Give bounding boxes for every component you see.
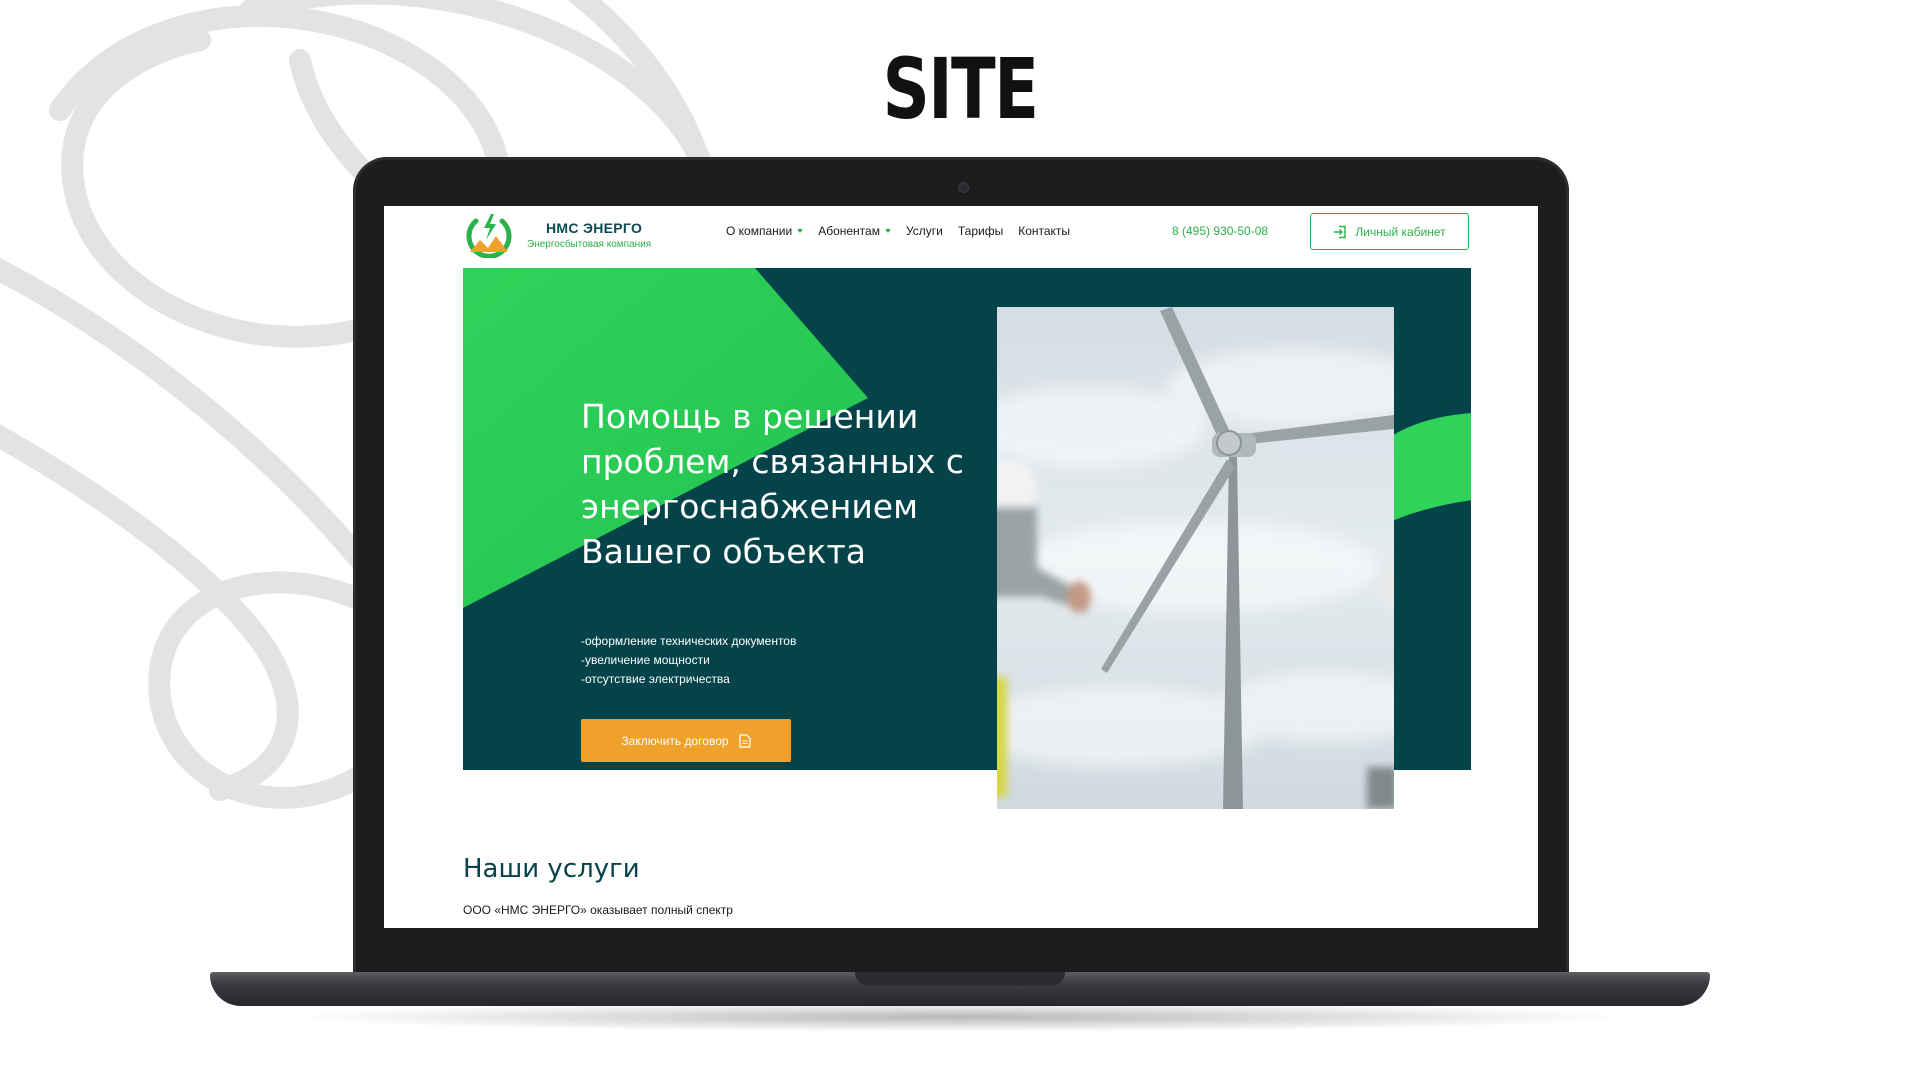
nav-label: Тарифы xyxy=(957,224,1004,238)
cta-label: Заключить договор xyxy=(621,733,729,748)
nav-item-contacts[interactable]: Контакты xyxy=(1018,224,1070,238)
nav-label: Контакты xyxy=(1018,224,1071,238)
laptop-notch xyxy=(855,972,1065,986)
login-icon xyxy=(1334,225,1347,238)
services-title: Наши услуги xyxy=(463,854,640,884)
nav-item-company[interactable]: О компании xyxy=(726,224,804,238)
wind-turbine-photo xyxy=(997,307,1394,809)
phone-link[interactable]: 8 (495) 930-50-08 xyxy=(1172,224,1268,238)
hero-bullet: -отсутствие электричества xyxy=(581,672,730,686)
chevron-down-icon xyxy=(884,229,891,233)
nav-item-services[interactable]: Услуги xyxy=(906,224,943,238)
nav-item-tariffs[interactable]: Тарифы xyxy=(958,224,1003,238)
nav-label: О компании xyxy=(726,224,793,238)
laptop-screen: НМС ЭНЕРГО Энергосбытовая компания О ком… xyxy=(384,206,1538,928)
main-nav: О компании Абонентам Услуги Тарифы Конта… xyxy=(726,224,1070,238)
hero-bullet: -оформление технических документов xyxy=(581,634,797,648)
brand-tagline: Энергосбытовая компания xyxy=(527,239,652,250)
power-lightning-logo-icon[interactable] xyxy=(462,212,516,258)
services-intro: ООО «НМС ЭНЕРГО» оказывает полный спектр xyxy=(463,903,733,917)
hero-bullet: -увеличение мощности xyxy=(581,653,710,667)
sign-contract-button[interactable]: Заключить договор xyxy=(581,719,791,762)
hero-bullets: -оформление технических документов -увел… xyxy=(581,632,796,689)
cabinet-button-label: Личный кабинет xyxy=(1355,224,1446,239)
personal-cabinet-button[interactable]: Личный кабинет xyxy=(1310,213,1469,250)
nav-label: Абонентам xyxy=(818,224,880,238)
page-title: SITE xyxy=(882,40,1039,138)
hero-title: Помощь в решении проблем, связанных с эн… xyxy=(581,397,964,571)
document-icon xyxy=(738,733,751,748)
laptop-shadow xyxy=(280,1002,1640,1032)
nav-item-subscribers[interactable]: Абонентам xyxy=(818,224,891,238)
wind-turbine-illustration xyxy=(997,307,1394,809)
nav-label: Услуги xyxy=(905,224,943,238)
camera-icon xyxy=(958,182,969,193)
brand-name[interactable]: НМС ЭНЕРГО xyxy=(546,220,642,236)
chevron-down-icon xyxy=(797,229,804,233)
